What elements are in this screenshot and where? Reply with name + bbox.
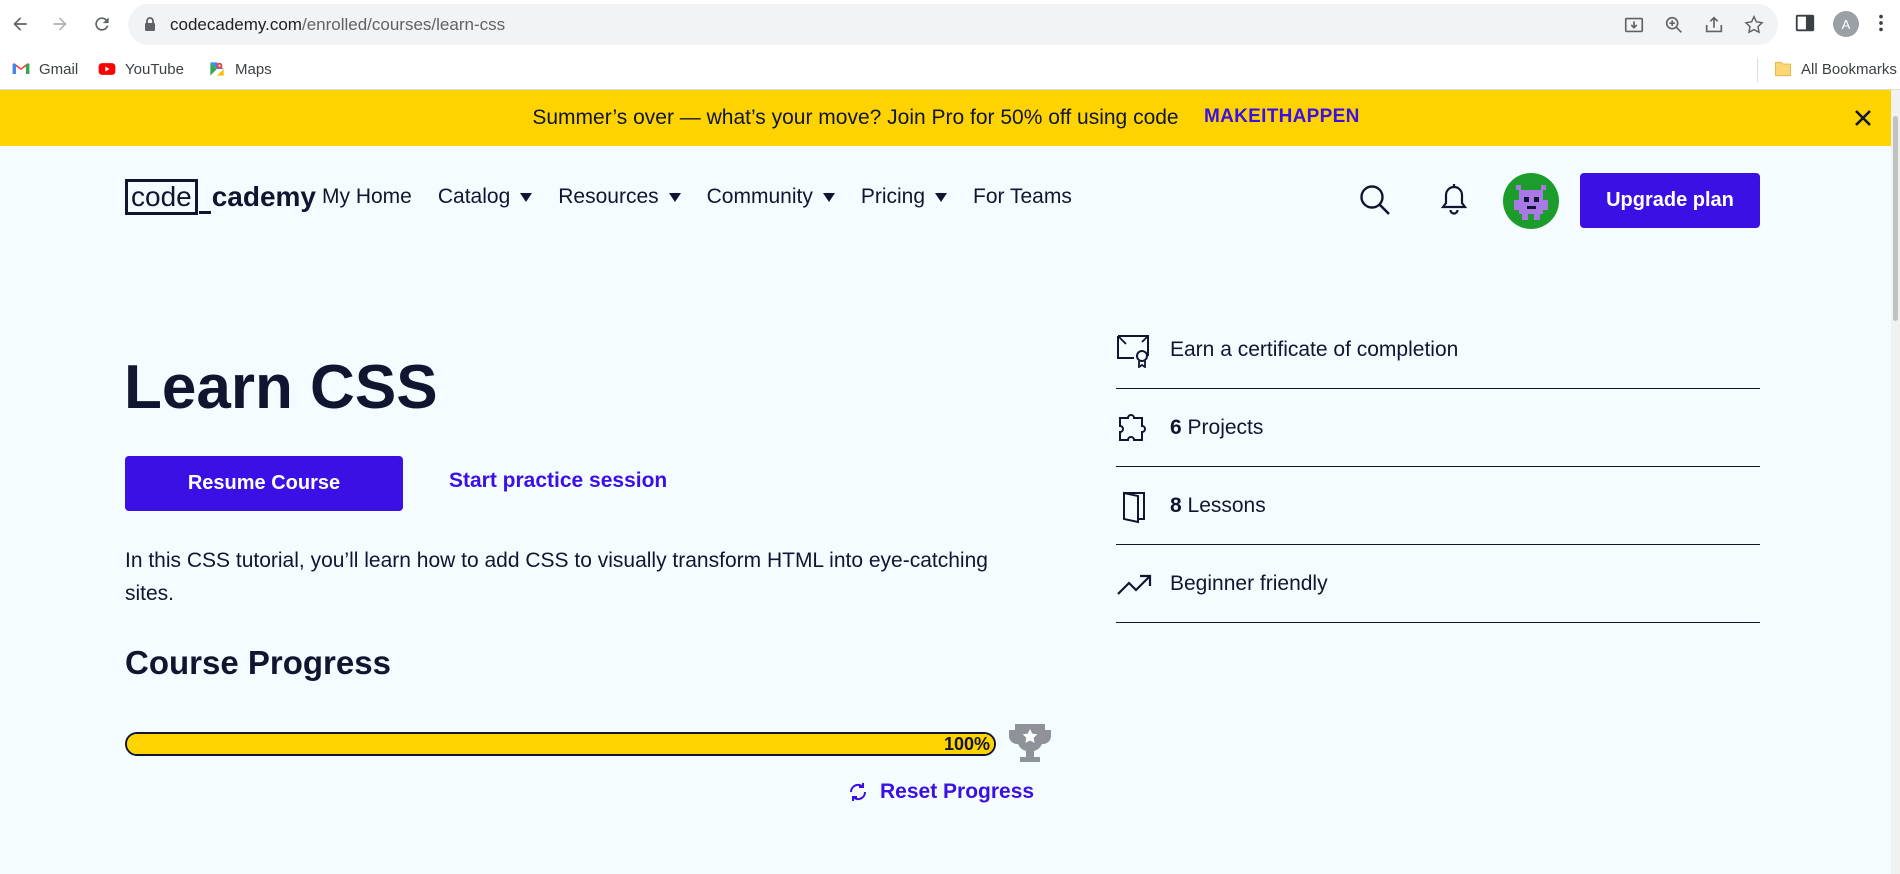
zoom-icon[interactable] — [1663, 14, 1685, 36]
main-nav: My Home Catalog Resources Community Pric… — [322, 185, 1098, 209]
star-bookmark-icon[interactable] — [1743, 14, 1765, 36]
maps-icon — [210, 62, 224, 76]
feature-label: 8 Lessons — [1170, 493, 1266, 517]
youtube-icon — [98, 63, 116, 75]
feature-certificate: Earn a certificate of completion — [1116, 311, 1760, 389]
nav-my-home[interactable]: My Home — [322, 185, 412, 209]
url-text: codecademy.com/enrolled/courses/learn-cs… — [170, 15, 506, 34]
progress-percent: 100% — [943, 734, 990, 754]
reload-icon — [95, 17, 109, 31]
course-progress-heading: Course Progress — [125, 644, 391, 681]
browser-toolbar: codecademy.com/enrolled/courses/learn-cs… — [0, 0, 1900, 49]
side-panel-icon[interactable] — [1794, 12, 1816, 34]
arrow-right-icon — [53, 17, 67, 31]
trophy-icon — [1009, 724, 1051, 762]
install-app-icon[interactable] — [1623, 14, 1645, 36]
reset-progress-button[interactable]: Reset Progress — [846, 780, 1034, 804]
bookmark-gmail[interactable]: Gmail — [11, 59, 78, 79]
back-button[interactable] — [6, 10, 34, 38]
folder-icon — [1775, 61, 1791, 77]
forward-button[interactable] — [46, 10, 74, 38]
feature-label: Earn a certificate of completion — [1170, 337, 1459, 361]
search-icon[interactable] — [1358, 183, 1392, 217]
bookmark-maps[interactable]: Maps — [207, 59, 272, 79]
feature-projects: 6 Projects — [1116, 389, 1760, 467]
caret-down-icon — [520, 192, 533, 202]
resume-course-button[interactable]: Resume Course — [125, 456, 403, 511]
address-bar[interactable]: codecademy.com/enrolled/courses/learn-cs… — [128, 4, 1778, 45]
nav-catalog[interactable]: Catalog — [438, 185, 533, 209]
course-title: Learn CSS — [124, 353, 438, 422]
feature-label: Beginner friendly — [1170, 571, 1328, 595]
gmail-icon — [12, 63, 30, 74]
scrollbar-thumb[interactable] — [1893, 116, 1898, 321]
progress-bar — [125, 732, 996, 756]
trending-up-icon — [1117, 574, 1152, 595]
nav-pricing[interactable]: Pricing — [861, 185, 948, 209]
pixel-creature-icon — [1514, 185, 1548, 220]
caret-down-icon — [822, 192, 835, 202]
profile-avatar[interactable]: A — [1833, 11, 1859, 37]
codecademy-logo[interactable]: code cademy — [125, 178, 316, 216]
caret-down-icon — [668, 192, 681, 202]
progress-bar-fill — [127, 734, 994, 754]
course-description: In this CSS tutorial, you’ll learn how t… — [125, 549, 988, 605]
start-practice-link[interactable]: Start practice session — [449, 469, 667, 493]
bell-icon[interactable] — [1438, 183, 1470, 217]
share-icon[interactable] — [1703, 14, 1725, 36]
bookmarks-bar: Gmail YouTube Maps All Bookmarks — [0, 49, 1900, 90]
more-menu-icon[interactable] — [1870, 12, 1892, 34]
book-icon — [1123, 491, 1145, 523]
nav-for-teams[interactable]: For Teams — [973, 185, 1072, 209]
user-avatar[interactable] — [1503, 173, 1559, 229]
all-bookmarks[interactable]: All Bookmarks — [1773, 59, 1897, 79]
reload-button[interactable] — [88, 10, 116, 38]
arrow-left-icon — [13, 17, 27, 31]
nav-community[interactable]: Community — [707, 185, 835, 209]
puzzle-icon — [1119, 413, 1146, 441]
caret-down-icon — [935, 192, 948, 202]
promo-banner: Summer’s over — what’s your move? Join P… — [0, 90, 1891, 146]
nav-resources[interactable]: Resources — [558, 185, 681, 209]
feature-beginner: Beginner friendly — [1116, 545, 1760, 623]
certificate-icon — [1117, 334, 1149, 368]
refresh-icon — [849, 783, 867, 801]
feature-label: 6 Projects — [1170, 415, 1264, 439]
upgrade-plan-button[interactable]: Upgrade plan — [1580, 173, 1760, 228]
promo-text: Summer’s over — what’s your move? Join P… — [532, 106, 1179, 129]
promo-code[interactable]: MAKEITHAPPEN — [1204, 106, 1360, 128]
close-icon[interactable] — [1851, 106, 1875, 130]
lock-icon — [145, 17, 155, 31]
feature-lessons: 8 Lessons — [1116, 467, 1760, 545]
bookmarks-separator — [1757, 58, 1758, 82]
bookmark-youtube[interactable]: YouTube — [97, 59, 184, 79]
course-features: Earn a certificate of completion 6 Proje… — [1116, 311, 1760, 623]
